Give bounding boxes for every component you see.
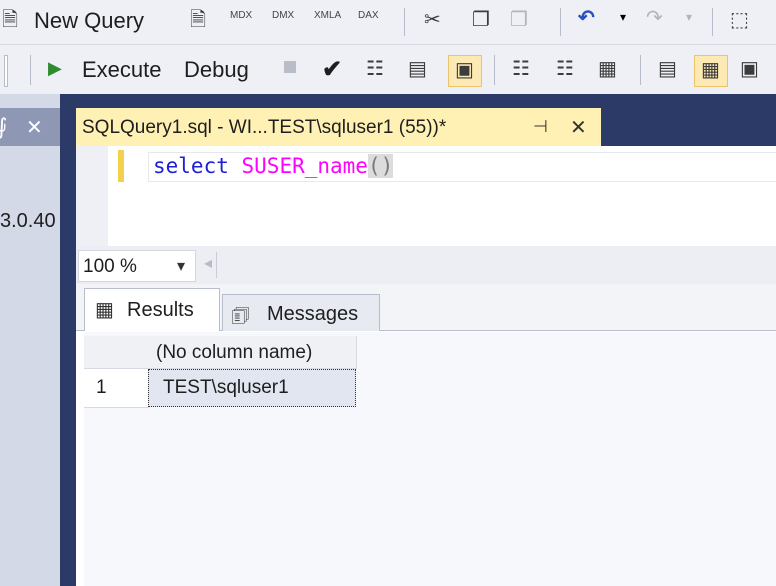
undo-dropdown-icon[interactable]: ▾: [620, 10, 626, 24]
table-cell-selected[interactable]: TEST\sqluser1: [148, 369, 356, 407]
results-to-grid-button[interactable]: ▦: [694, 55, 728, 87]
paste-icon[interactable]: ❐: [510, 8, 528, 32]
toolbar-separator: [30, 55, 31, 85]
zoom-dropdown[interactable]: 100 % ▾: [78, 250, 196, 282]
toolbar-separator: [494, 55, 495, 85]
tab-title: SQLQuery1.sql - WI...TEST\sqluser1 (55))…: [82, 117, 447, 138]
new-query-icon[interactable]: 🗎: [2, 8, 18, 32]
activity-monitor-icon[interactable]: ⬚: [730, 8, 749, 32]
client-statistics-icon[interactable]: ▦: [598, 57, 617, 81]
document-well-header: [76, 94, 776, 108]
sql-editor-toolbar: ▶ Execute Debug ✔ ☷ ▤ ▣ ☷ ☷ ▦ ▤ ▦ ▣: [0, 44, 776, 95]
toolbar-separator: [404, 8, 405, 36]
row-header[interactable]: 1: [84, 369, 149, 408]
server-version-text: 3.0.40: [0, 210, 56, 232]
row-number: 1: [96, 377, 107, 398]
standard-toolbar: 🗎 New Query 🗎 MDX DMX XMLA DAX ✂ ❐ ❐ ↶ ▾…: [0, 0, 776, 44]
object-explorer-header: ⨚ ✕: [0, 108, 62, 146]
cut-icon[interactable]: ✂: [424, 8, 441, 32]
close-icon[interactable]: ✕: [26, 115, 43, 140]
zoom-value: 100 %: [83, 256, 137, 277]
toolbar-separator: [640, 55, 641, 85]
dax-query-icon[interactable]: DAX: [358, 10, 379, 21]
editor-zoom-bar: 100 % ▾ ◂: [76, 246, 776, 284]
undo-icon[interactable]: ↶: [578, 6, 595, 30]
live-query-statistics-icon[interactable]: ☷: [556, 57, 574, 81]
debug-button[interactable]: Debug: [184, 58, 249, 82]
close-tab-icon[interactable]: ✕: [570, 115, 587, 140]
tab-strip-empty: [601, 108, 776, 146]
execute-icon[interactable]: ▶: [48, 58, 62, 79]
results-grid: (No column name) 1 TEST\sqluser1: [84, 332, 776, 586]
toolbar-separator: [712, 8, 713, 36]
redo-icon[interactable]: ↷: [646, 6, 663, 30]
sql-function: SUSER_name: [241, 154, 368, 178]
xmla-query-icon[interactable]: XMLA: [314, 10, 341, 21]
results-tab-bar: ▦ Results 🗊 Messages: [76, 284, 776, 331]
mdx-query-icon[interactable]: MDX: [230, 10, 252, 21]
column-header-label: (No column name): [156, 342, 313, 363]
results-to-file-button[interactable]: ▣: [448, 55, 482, 87]
chevron-down-icon: ▾: [177, 258, 186, 275]
scroll-left-icon[interactable]: ◂: [204, 253, 212, 273]
tab-messages-label: Messages: [267, 303, 359, 325]
change-marker: [118, 150, 124, 182]
scrollbar-divider: [216, 252, 217, 278]
execute-button[interactable]: Execute: [82, 58, 162, 82]
column-header[interactable]: (No column name): [148, 336, 357, 369]
redo-dropdown-icon[interactable]: ▾: [686, 10, 692, 24]
query-designer-icon[interactable]: ▤: [408, 57, 427, 81]
pin-tab-icon[interactable]: ⊣: [533, 117, 548, 137]
tab-results-label: Results: [127, 299, 194, 321]
estimated-plan-icon[interactable]: ☷: [366, 57, 384, 81]
copy-icon[interactable]: ❐: [472, 8, 490, 32]
save-results-icon: ▣: [455, 59, 474, 81]
grid-corner[interactable]: [84, 336, 149, 369]
current-line-highlight: select SUSER_name(): [148, 152, 776, 182]
cell-value: TEST\sqluser1: [163, 377, 289, 398]
grid-icon: ▦: [95, 299, 114, 321]
grid-icon: ▦: [701, 59, 720, 81]
sql-keyword: select: [153, 154, 229, 178]
toolbar-separator: [560, 8, 561, 36]
pin-icon[interactable]: ⨚: [0, 114, 7, 140]
new-query-button[interactable]: New Query: [34, 9, 144, 33]
cancel-query-icon[interactable]: [284, 61, 296, 73]
editor-gutter: [76, 146, 108, 246]
database-selector-edge[interactable]: [4, 55, 8, 87]
object-explorer-panel: [0, 94, 62, 586]
database-engine-query-icon[interactable]: 🗎: [190, 8, 206, 32]
sql-code-line[interactable]: select SUSER_name(): [153, 154, 394, 178]
include-actual-plan-icon[interactable]: ☷: [512, 57, 530, 81]
parse-icon[interactable]: ✔: [322, 55, 342, 84]
tab-sqlquery1[interactable]: SQLQuery1.sql - WI...TEST\sqluser1 (55))…: [76, 108, 601, 146]
messages-icon: 🗊: [231, 305, 250, 327]
panel-divider[interactable]: [60, 94, 76, 586]
tab-results[interactable]: ▦ Results: [84, 288, 220, 331]
dmx-query-icon[interactable]: DMX: [272, 10, 294, 21]
results-to-text-icon[interactable]: ▤: [658, 57, 677, 81]
tab-messages[interactable]: 🗊 Messages: [222, 294, 380, 331]
sql-parens: (): [367, 154, 394, 178]
results-to-file-icon[interactable]: ▣: [740, 57, 759, 81]
